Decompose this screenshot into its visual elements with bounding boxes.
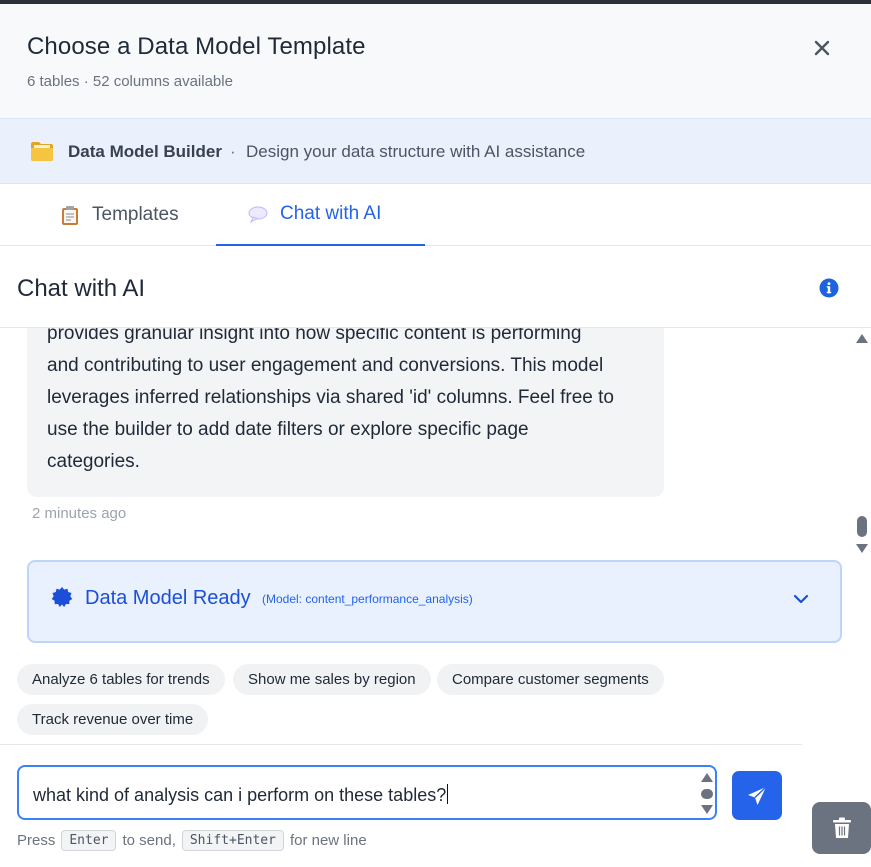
hint-new-line: for new line xyxy=(289,832,367,849)
input-scrollbar[interactable] xyxy=(700,771,714,815)
modal-subtitle: 6 tables · 52 columns available xyxy=(27,73,233,90)
modal-header: Choose a Data Model Template 6 tables · … xyxy=(0,4,871,118)
hint-press: Press xyxy=(17,832,56,849)
clear-chat-button[interactable] xyxy=(812,802,871,854)
info-icon[interactable] xyxy=(819,278,839,298)
speech-bubble-icon xyxy=(248,206,268,224)
tab-templates-label: Templates xyxy=(92,204,179,225)
composer-divider xyxy=(0,744,802,745)
hint-to-send: to send, xyxy=(122,832,176,849)
message-list[interactable]: provides granular insight into how speci… xyxy=(0,328,852,658)
data-model-ready-card[interactable]: Data Model Ready (Model: content_perform… xyxy=(27,560,842,643)
tab-bar: Templates Chat with AI xyxy=(0,184,871,246)
close-button[interactable] xyxy=(808,34,836,62)
banner-title: Data Model Builder xyxy=(68,142,222,161)
ready-card-model: (Model: content_performance_analysis) xyxy=(262,592,473,606)
chat-title: Chat with AI xyxy=(17,275,146,302)
suggestion-chip[interactable]: Compare customer segments xyxy=(437,664,664,695)
input-scroll-up[interactable] xyxy=(701,773,713,782)
message-line: categories. xyxy=(47,451,140,472)
chat-input[interactable]: what kind of analysis can i perform on t… xyxy=(17,765,717,820)
builder-banner: Data Model Builder · Design your data st… xyxy=(0,118,871,184)
message-line: leverages inferred relationships via sha… xyxy=(47,387,614,408)
tab-chat-with-ai[interactable]: Chat with AI xyxy=(216,184,425,246)
message-line: use the builder to add date filters or e… xyxy=(47,419,529,440)
close-icon xyxy=(814,40,830,56)
message-line: provides granular insight into how speci… xyxy=(47,328,582,344)
scroll-up-arrow[interactable] xyxy=(856,334,868,343)
suggestion-chip[interactable]: Track revenue over time xyxy=(17,704,209,735)
clipboard-icon xyxy=(62,206,78,225)
trash-icon xyxy=(832,817,851,838)
composer-hint: Press Enter to send, Shift+Enter for new… xyxy=(17,830,367,851)
chat-input-text: what kind of analysis can i perform on t… xyxy=(33,785,447,805)
shift-enter-key: Shift+Enter xyxy=(181,830,284,851)
scroll-thumb[interactable] xyxy=(857,516,867,537)
chevron-down-icon[interactable] xyxy=(792,590,810,608)
send-button[interactable] xyxy=(732,771,782,820)
banner-separator: · xyxy=(230,142,236,161)
message-timestamp: 2 minutes ago xyxy=(32,505,127,522)
banner-description: Design your data structure with AI assis… xyxy=(246,142,586,161)
input-scroll-thumb[interactable] xyxy=(701,789,713,799)
tab-templates[interactable]: Templates xyxy=(60,184,179,246)
assistant-message: provides granular insight into how speci… xyxy=(27,328,664,497)
modal-title: Choose a Data Model Template xyxy=(27,33,366,60)
send-icon xyxy=(748,785,767,805)
tab-chat-label: Chat with AI xyxy=(280,203,382,224)
chat-input-value[interactable]: what kind of analysis can i perform on t… xyxy=(33,784,449,806)
badge-check-icon xyxy=(51,587,73,607)
ready-card-title: Data Model Ready xyxy=(85,587,251,609)
folder-icon xyxy=(31,142,53,161)
suggestion-chip[interactable]: Analyze 6 tables for trends xyxy=(17,664,225,695)
message-scrollbar[interactable] xyxy=(852,328,871,558)
message-line: and contributing to user engagement and … xyxy=(47,355,604,376)
enter-key: Enter xyxy=(61,830,117,851)
chat-header: Chat with AI xyxy=(0,247,871,328)
input-scroll-down[interactable] xyxy=(701,805,713,814)
suggestion-chip[interactable]: Show me sales by region xyxy=(233,664,431,695)
scroll-down-arrow[interactable] xyxy=(856,544,868,553)
text-caret xyxy=(447,784,449,804)
